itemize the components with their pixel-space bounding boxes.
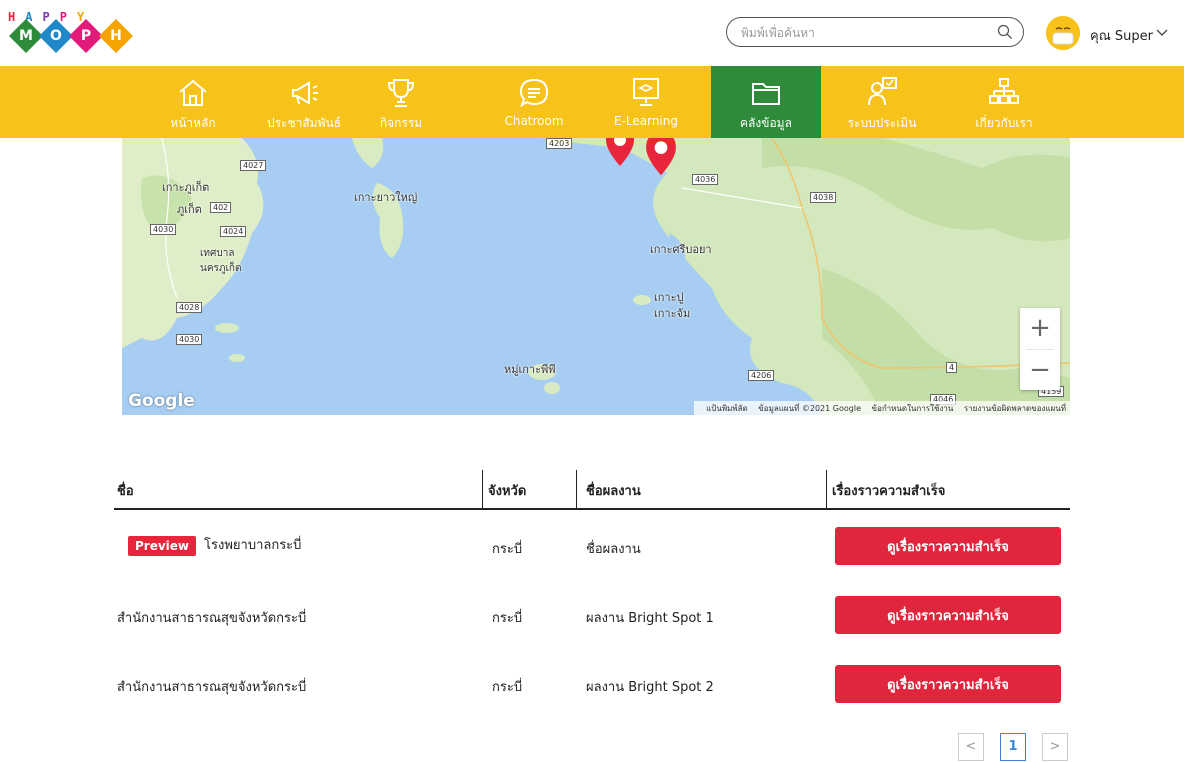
road-badge: 4: [946, 362, 958, 373]
assessment-icon: [868, 77, 897, 106]
road-badge: 4030: [150, 224, 177, 235]
map-label: เกาะจัม: [654, 307, 691, 320]
user-name: คุณ Super: [1090, 29, 1153, 44]
work-cell: ผลงาน Bright Spot 2: [586, 680, 714, 695]
megaphone-icon: [292, 81, 318, 105]
column-header-name: ชื่อ: [117, 484, 134, 499]
work-cell: ผลงาน Bright Spot 1: [586, 611, 714, 626]
column-divider: [482, 470, 483, 508]
name-cell: สำนักงานสาธารณสุขจังหวัดกระบี่: [117, 680, 307, 695]
road-badge: 4036: [692, 174, 719, 185]
zoom-in-button[interactable]: +: [1020, 308, 1060, 348]
view-story-button[interactable]: ดูเรื่องราวความสำเร็จ: [835, 665, 1061, 703]
nav-item-home[interactable]: หน้าหลัก: [138, 66, 248, 138]
column-divider: [576, 470, 577, 508]
map-label: เกาะศรีบอยา: [650, 243, 712, 256]
search-box: [726, 17, 1024, 47]
home-icon: [179, 79, 207, 106]
road-badge: 4203: [546, 138, 573, 149]
map-label: เทศบาล นครภูเก็ต: [200, 248, 242, 274]
map-label: เกาะยาวใหญ่: [354, 191, 418, 204]
elearning-icon: [633, 78, 659, 106]
road-badge: 4027: [240, 160, 267, 171]
road-badge: 4030: [176, 334, 203, 345]
pagination-next-button[interactable]: >: [1042, 733, 1068, 761]
column-divider: [826, 470, 827, 508]
province-cell: กระบี่: [492, 680, 523, 695]
road-badge: 402: [210, 202, 232, 213]
top-header: HAPPY M O P H คุณ Super: [0, 0, 1184, 66]
map-terrain: [122, 138, 1070, 415]
road-badge: 4038: [810, 192, 837, 203]
road-badge: 4028: [176, 302, 203, 313]
nav-item-data-library[interactable]: คลังข้อมูล: [711, 66, 821, 138]
masked-face-icon: [1046, 16, 1080, 50]
map-pin-icon[interactable]: [604, 138, 636, 168]
report-error-link[interactable]: รายงานข้อผิดพลาดของแผนที่: [964, 404, 1066, 413]
trophy-icon: [387, 79, 415, 107]
road-badge: 4206: [748, 370, 775, 381]
work-cell: ชื่อผลงาน: [586, 542, 641, 557]
header-underline: [114, 508, 1070, 510]
pagination-prev-button[interactable]: <: [958, 733, 984, 761]
nav-item-chatroom[interactable]: Chatroom: [479, 66, 589, 138]
nav-label: Chatroom: [504, 114, 564, 128]
nav-label: ระบบประเมิน: [847, 116, 917, 130]
province-cell: กระบี่: [492, 542, 523, 557]
view-story-button[interactable]: ดูเรื่องราวความสำเร็จ: [835, 596, 1061, 634]
zoom-out-button[interactable]: −: [1020, 350, 1060, 390]
zoom-control: + −: [1020, 308, 1060, 390]
search-icon[interactable]: [997, 24, 1013, 40]
road-badge: 4024: [220, 226, 247, 237]
preview-badge[interactable]: Preview: [128, 535, 197, 556]
map-label: เกาะภูเก็ต: [162, 181, 210, 194]
table-row: สำนักงานสาธารณสุขจังหวัดกระบี่ กระบี่ ผล…: [114, 595, 1070, 635]
nav-label: เกี่ยวกับเรา: [975, 116, 1033, 130]
keyboard-shortcuts-link[interactable]: แป้นพิมพ์ลัด: [706, 404, 748, 413]
map-label: หมู่เกาะพีพี: [504, 363, 556, 376]
nav-item-elearning[interactable]: E-Learning: [591, 66, 701, 138]
map-view[interactable]: เกาะภูเก็ต ภูเก็ต เทศบาล นครภูเก็ต เกาะย…: [122, 138, 1070, 415]
main-nav: หน้าหลัก ประชาสัมพันธ์ กิจกรรม Chatroom …: [113, 66, 1070, 138]
map-data-text: ข้อมูลแผนที่ ©2021 Google: [758, 404, 861, 413]
search-input[interactable]: [739, 22, 983, 44]
view-story-button[interactable]: ดูเรื่องราวความสำเร็จ: [835, 527, 1061, 565]
nav-item-activities[interactable]: กิจกรรม: [346, 66, 456, 138]
happy-moph-logo[interactable]: HAPPY M O P H: [8, 10, 148, 60]
org-name: โรงพยาบาลกระบี่: [204, 538, 302, 553]
province-cell: กระบี่: [492, 611, 523, 626]
nav-label: ประชาสัมพันธ์: [266, 116, 342, 130]
nav-item-assessment[interactable]: ระบบประเมิน: [827, 66, 937, 138]
pagination-page-1[interactable]: 1: [1000, 733, 1026, 761]
map-pin-icon[interactable]: [644, 138, 678, 178]
org-chart-icon: [989, 78, 1019, 104]
folder-icon: [752, 83, 780, 105]
map-label: ภูเก็ต: [177, 203, 202, 216]
table-row: สำนักงานสาธารณสุขจังหวัดกระบี่ กระบี่ ผล…: [114, 664, 1070, 704]
map-attribution: แป้นพิมพ์ลัด ข้อมูลแผนที่ ©2021 Google ข…: [694, 401, 1070, 415]
nav-item-pr[interactable]: ประชาสัมพันธ์: [249, 66, 359, 138]
table-row: Preview โรงพยาบาลกระบี่ กระบี่ ชื่อผลงาน …: [114, 526, 1070, 566]
chevron-down-icon[interactable]: [1156, 26, 1168, 38]
nav-label: กิจกรรม: [379, 116, 423, 130]
column-header-province: จังหวัด: [488, 484, 527, 499]
terms-link[interactable]: ข้อกำหนดในการใช้งาน: [872, 404, 954, 413]
avatar: [1046, 16, 1080, 50]
name-cell: สำนักงานสาธารณสุขจังหวัดกระบี่: [117, 611, 307, 626]
google-logo: Google: [128, 391, 195, 411]
column-header-story: เรื่องราวความสำเร็จ: [832, 484, 946, 499]
column-header-work: ชื่อผลงาน: [586, 484, 641, 499]
nav-label: หน้าหลัก: [170, 116, 216, 130]
nav-label: E-Learning: [613, 114, 678, 128]
nav-item-about[interactable]: เกี่ยวกับเรา: [949, 66, 1059, 138]
chat-icon: [519, 78, 549, 108]
name-cell: Preview โรงพยาบาลกระบี่: [128, 534, 301, 556]
nav-label: คลังข้อมูล: [740, 116, 792, 130]
